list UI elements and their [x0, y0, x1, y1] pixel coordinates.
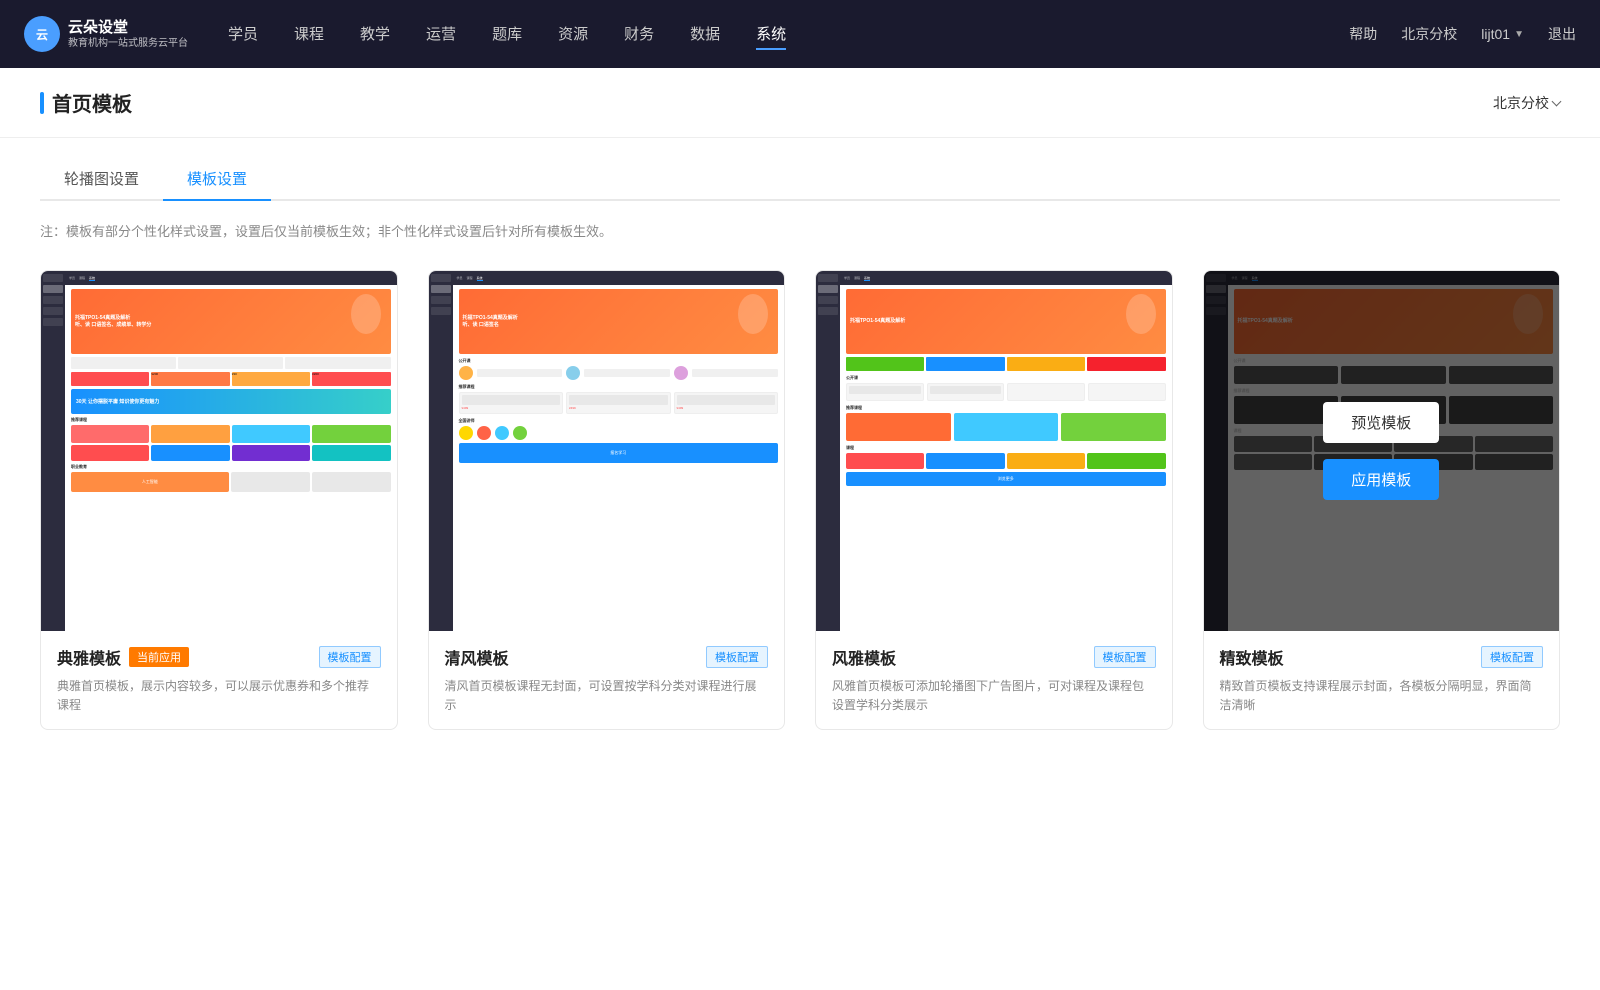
preview-button-3[interactable]: 预览模板: [936, 402, 1052, 443]
badge-config-2[interactable]: 模板配置: [706, 646, 768, 668]
tabs: 轮播图设置 模板设置: [40, 158, 1560, 201]
nav-item-finance[interactable]: 财务: [624, 19, 654, 50]
page-content: 首页模板 北京分校 轮播图设置 模板设置 注：模板有部分个性化样式设置，设置后仅…: [0, 68, 1600, 990]
badge-config-4[interactable]: 模板配置: [1481, 646, 1543, 668]
template-info-1: 典雅模板 当前应用 模板配置 典雅首页模板，展示内容较多，可以展示优惠券和多个推…: [41, 631, 397, 729]
help-link[interactable]: 帮助: [1349, 24, 1377, 44]
page-header: 首页模板 北京分校: [0, 68, 1600, 138]
template-preview-4[interactable]: 学员课程系统 托福TPO1-54真题及解析 公开课: [1204, 271, 1560, 631]
user-menu[interactable]: lijt01 ▼: [1481, 26, 1524, 42]
template-name-row-2: 清风模板 模板配置: [445, 645, 769, 669]
page-title: 首页模板: [52, 88, 132, 117]
logo-text: 云朵设堂 教育机构一站式服务云平台: [68, 18, 188, 51]
badge-current-1: 当前应用: [129, 647, 189, 667]
template-name-row-1: 典雅模板 当前应用 模板配置: [57, 645, 381, 669]
chevron-down-icon: [1552, 96, 1562, 106]
template-desc-1: 典雅首页模板，展示内容较多，可以展示优惠券和多个推荐课程: [57, 677, 381, 715]
apply-button-3[interactable]: 应用模板: [936, 459, 1052, 500]
template-preview-3[interactable]: 学员课程系统 托福TPO1-54真题及解析: [816, 271, 1172, 631]
tab-template[interactable]: 模板设置: [163, 158, 271, 201]
template-name-1: 典雅模板: [57, 645, 121, 669]
page-title-wrap: 首页模板: [40, 88, 132, 117]
nav-item-operation[interactable]: 运营: [426, 19, 456, 50]
nav-item-data[interactable]: 数据: [690, 19, 720, 50]
nav-item-bank[interactable]: 题库: [492, 19, 522, 50]
badge-config-1[interactable]: 模板配置: [319, 646, 381, 668]
template-info-2: 清风模板 模板配置 清风首页模板课程无封面，可设置按学科分类对课程进行展示: [429, 631, 785, 729]
nav-menu: 学员 课程 教学 运营 题库 资源 财务 数据 系统: [228, 19, 1349, 50]
template-card-4: 学员课程系统 托福TPO1-54真题及解析 公开课: [1203, 270, 1561, 730]
template-info-4: 精致模板 模板配置 精致首页模板支持课程展示封面，各模板分隔明显，界面简洁清晰: [1204, 631, 1560, 729]
preview-button-1[interactable]: 预览模板: [161, 402, 277, 443]
template-info-3: 风雅模板 模板配置 风雅首页模板可添加轮播图下广告图片，可对课程及课程包设置学科…: [816, 631, 1172, 729]
logo-icon: 云: [24, 16, 60, 52]
template-grid: 学员课程系统 托福TPO1-54真题及解析听、读 口语签名、成绩单、转学分: [0, 250, 1600, 770]
template-name-row-3: 风雅模板 模板配置: [832, 645, 1156, 669]
template-card-2: 学员课程系统 托福TPO1-54真题及解析听、读 口语签名 公开课: [428, 270, 786, 730]
nav-item-system[interactable]: 系统: [756, 19, 786, 50]
template-preview-1[interactable]: 学员课程系统 托福TPO1-54真题及解析听、读 口语签名、成绩单、转学分: [41, 271, 397, 631]
template-preview-2[interactable]: 学员课程系统 托福TPO1-54真题及解析听、读 口语签名 公开课: [429, 271, 785, 631]
nav-item-resource[interactable]: 资源: [558, 19, 588, 50]
nav-item-teaching[interactable]: 教学: [360, 19, 390, 50]
template-name-2: 清风模板: [445, 645, 509, 669]
template-name-3: 风雅模板: [832, 645, 896, 669]
badge-config-3[interactable]: 模板配置: [1094, 646, 1156, 668]
apply-button-2[interactable]: 应用模板: [548, 459, 664, 500]
template-desc-4: 精致首页模板支持课程展示封面，各模板分隔明显，界面简洁清晰: [1220, 677, 1544, 715]
logo: 云 云朵设堂 教育机构一站式服务云平台: [24, 16, 188, 52]
tabs-area: 轮播图设置 模板设置: [0, 138, 1600, 201]
apply-button-4[interactable]: 应用模板: [1323, 459, 1439, 500]
template-card-1: 学员课程系统 托福TPO1-54真题及解析听、读 口语签名、成绩单、转学分: [40, 270, 398, 730]
nav-right: 帮助 北京分校 lijt01 ▼ 退出: [1349, 24, 1576, 44]
preview-button-4[interactable]: 预览模板: [1323, 402, 1439, 443]
note-text: 注：模板有部分个性化样式设置，设置后仅当前模板生效；非个性化样式设置后针对所有模…: [0, 201, 1600, 250]
branch-name[interactable]: 北京分校: [1401, 24, 1457, 44]
nav-item-course[interactable]: 课程: [294, 19, 324, 50]
template-name-4: 精致模板: [1220, 645, 1284, 669]
navbar: 云 云朵设堂 教育机构一站式服务云平台 学员 课程 教学 运营 题库 资源 财务…: [0, 0, 1600, 68]
tab-carousel[interactable]: 轮播图设置: [40, 158, 163, 201]
title-bar-accent: [40, 92, 44, 114]
nav-item-student[interactable]: 学员: [228, 19, 258, 50]
template-overlay-4: 预览模板 应用模板: [1204, 271, 1560, 631]
template-desc-3: 风雅首页模板可添加轮播图下广告图片，可对课程及课程包设置学科分类展示: [832, 677, 1156, 715]
template-card-3: 学员课程系统 托福TPO1-54真题及解析: [815, 270, 1173, 730]
branch-selector[interactable]: 北京分校: [1493, 93, 1560, 113]
template-name-row-4: 精致模板 模板配置: [1220, 645, 1544, 669]
apply-button-1[interactable]: 应用模板: [161, 459, 277, 500]
template-desc-2: 清风首页模板课程无封面，可设置按学科分类对课程进行展示: [445, 677, 769, 715]
preview-button-2[interactable]: 预览模板: [548, 402, 664, 443]
logout-button[interactable]: 退出: [1548, 24, 1576, 44]
